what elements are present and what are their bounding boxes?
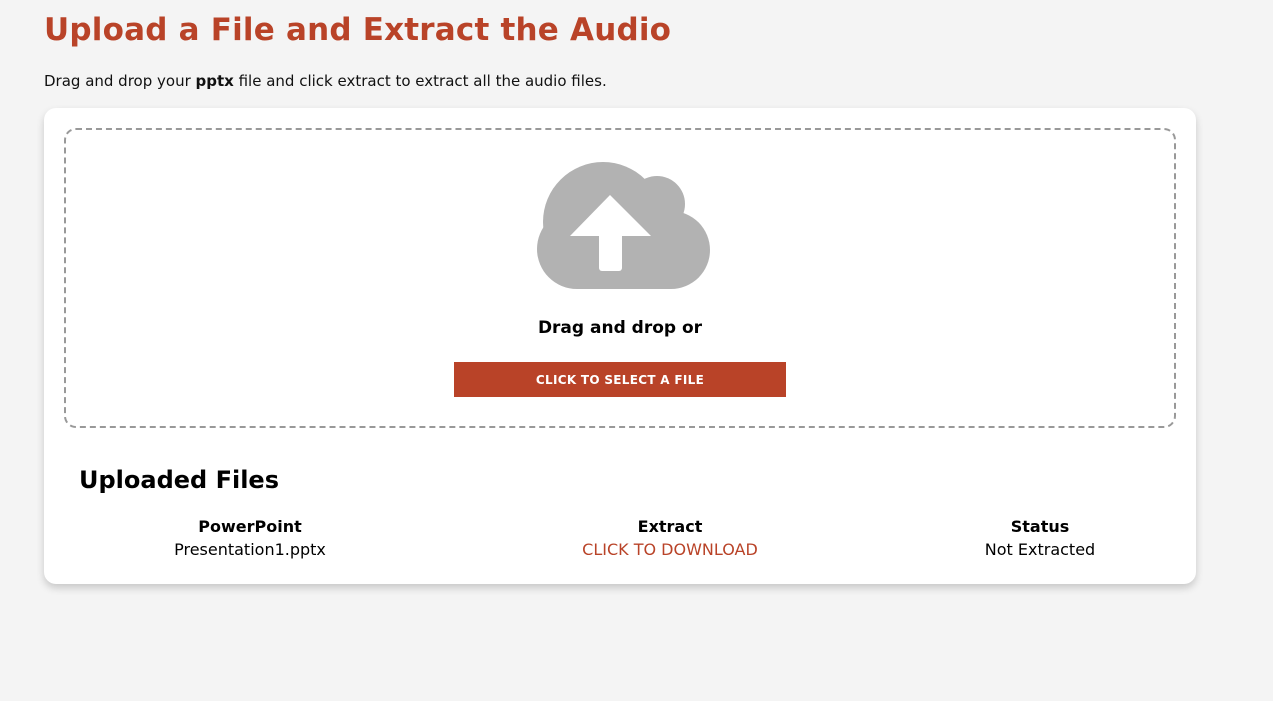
cloud-upload-icon: [537, 162, 710, 289]
download-link[interactable]: CLICK TO DOWNLOAD: [582, 540, 758, 559]
file-type-highlight: pptx: [195, 72, 234, 90]
intro-text-end: file and click extract to extract all th…: [233, 72, 607, 90]
page: Upload a File and Extract the Audio Drag…: [0, 0, 1273, 701]
intro-text: Drag and drop your pptx file and click e…: [44, 72, 607, 90]
uploaded-files-title: Uploaded Files: [79, 466, 279, 494]
status-column: Status Not Extracted: [890, 516, 1190, 562]
file-name: Presentation1.pptx: [174, 540, 326, 559]
extract-cell: CLICK TO DOWNLOAD: [520, 538, 820, 562]
drop-zone[interactable]: Drag and drop or CLICK TO SELECT A FILE: [64, 128, 1176, 428]
upload-card: Drag and drop or CLICK TO SELECT A FILE …: [44, 108, 1196, 584]
column-header-extract: Extract: [637, 517, 703, 536]
status-text: Not Extracted: [984, 540, 1096, 559]
intro-text-start: Drag and drop your: [44, 72, 196, 90]
select-file-button[interactable]: CLICK TO SELECT A FILE: [454, 362, 786, 397]
column-header-powerpoint: PowerPoint: [198, 517, 302, 536]
column-header-status: Status: [1010, 517, 1070, 536]
powerpoint-column: PowerPoint Presentation1.pptx: [100, 516, 400, 562]
page-title: Upload a File and Extract the Audio: [44, 12, 672, 48]
drop-prompt: Drag and drop or: [537, 318, 703, 338]
extract-column: Extract CLICK TO DOWNLOAD: [520, 516, 820, 562]
